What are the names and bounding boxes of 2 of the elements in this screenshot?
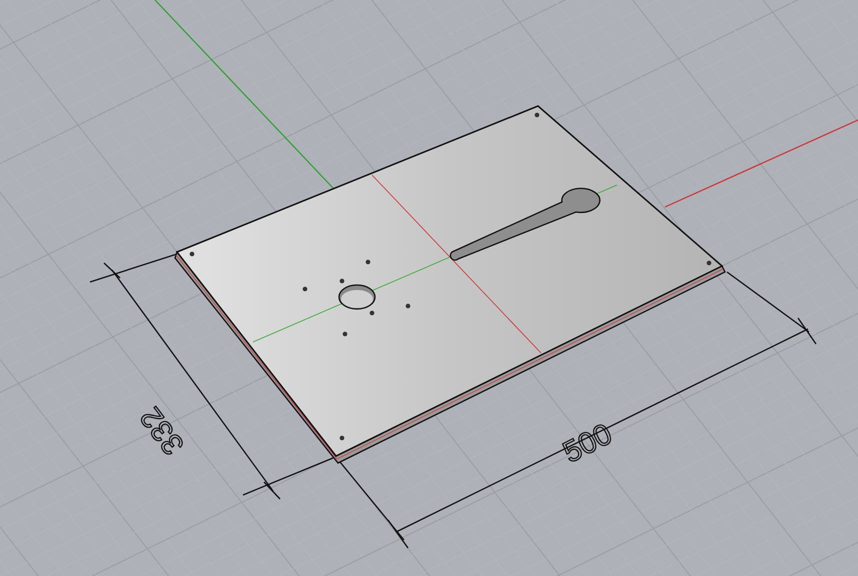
dimension-label: 332 [134,400,191,461]
dimension-label: 500 [558,417,618,470]
